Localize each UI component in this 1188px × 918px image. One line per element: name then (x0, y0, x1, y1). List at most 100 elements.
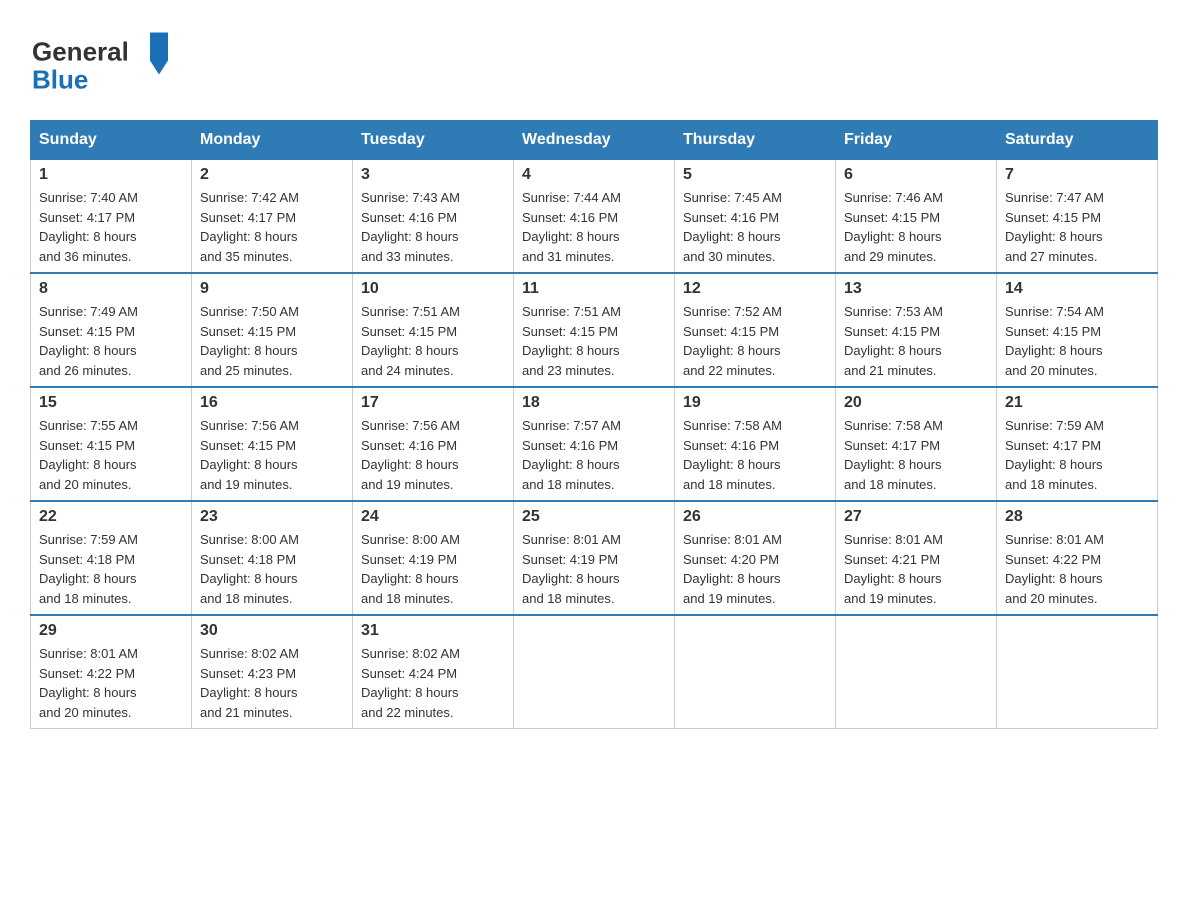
calendar-cell: 18 Sunrise: 7:57 AM Sunset: 4:16 PM Dayl… (514, 387, 675, 501)
day-number: 30 (200, 622, 344, 640)
week-row-2: 8 Sunrise: 7:49 AM Sunset: 4:15 PM Dayli… (31, 273, 1158, 387)
day-number: 6 (844, 166, 988, 184)
day-number: 28 (1005, 508, 1149, 526)
day-info: Sunrise: 7:56 AM Sunset: 4:15 PM Dayligh… (200, 416, 344, 494)
day-number: 15 (39, 394, 183, 412)
calendar-cell: 16 Sunrise: 7:56 AM Sunset: 4:15 PM Dayl… (192, 387, 353, 501)
calendar-cell: 19 Sunrise: 7:58 AM Sunset: 4:16 PM Dayl… (675, 387, 836, 501)
calendar-cell: 11 Sunrise: 7:51 AM Sunset: 4:15 PM Dayl… (514, 273, 675, 387)
calendar-cell: 3 Sunrise: 7:43 AM Sunset: 4:16 PM Dayli… (353, 160, 514, 274)
calendar-cell: 15 Sunrise: 7:55 AM Sunset: 4:15 PM Dayl… (31, 387, 192, 501)
week-row-5: 29 Sunrise: 8:01 AM Sunset: 4:22 PM Dayl… (31, 615, 1158, 729)
day-info: Sunrise: 7:47 AM Sunset: 4:15 PM Dayligh… (1005, 188, 1149, 266)
weekday-header-row: SundayMondayTuesdayWednesdayThursdayFrid… (31, 121, 1158, 160)
day-info: Sunrise: 8:02 AM Sunset: 4:24 PM Dayligh… (361, 644, 505, 722)
day-number: 25 (522, 508, 666, 526)
calendar-cell: 4 Sunrise: 7:44 AM Sunset: 4:16 PM Dayli… (514, 160, 675, 274)
day-info: Sunrise: 8:01 AM Sunset: 4:22 PM Dayligh… (39, 644, 183, 722)
day-info: Sunrise: 7:51 AM Sunset: 4:15 PM Dayligh… (361, 302, 505, 380)
day-info: Sunrise: 7:45 AM Sunset: 4:16 PM Dayligh… (683, 188, 827, 266)
day-info: Sunrise: 7:51 AM Sunset: 4:15 PM Dayligh… (522, 302, 666, 380)
calendar-cell: 17 Sunrise: 7:56 AM Sunset: 4:16 PM Dayl… (353, 387, 514, 501)
day-info: Sunrise: 8:01 AM Sunset: 4:22 PM Dayligh… (1005, 530, 1149, 608)
page-header: General Blue (30, 20, 1158, 100)
calendar-cell: 31 Sunrise: 8:02 AM Sunset: 4:24 PM Dayl… (353, 615, 514, 729)
day-info: Sunrise: 7:57 AM Sunset: 4:16 PM Dayligh… (522, 416, 666, 494)
day-info: Sunrise: 7:58 AM Sunset: 4:17 PM Dayligh… (844, 416, 988, 494)
header-monday: Monday (192, 121, 353, 160)
day-info: Sunrise: 7:50 AM Sunset: 4:15 PM Dayligh… (200, 302, 344, 380)
header-thursday: Thursday (675, 121, 836, 160)
day-info: Sunrise: 7:58 AM Sunset: 4:16 PM Dayligh… (683, 416, 827, 494)
day-number: 12 (683, 280, 827, 298)
day-number: 11 (522, 280, 666, 298)
day-info: Sunrise: 8:01 AM Sunset: 4:20 PM Dayligh… (683, 530, 827, 608)
day-number: 18 (522, 394, 666, 412)
calendar-cell: 1 Sunrise: 7:40 AM Sunset: 4:17 PM Dayli… (31, 160, 192, 274)
day-info: Sunrise: 7:43 AM Sunset: 4:16 PM Dayligh… (361, 188, 505, 266)
calendar-cell: 8 Sunrise: 7:49 AM Sunset: 4:15 PM Dayli… (31, 273, 192, 387)
calendar-cell (997, 615, 1158, 729)
day-number: 13 (844, 280, 988, 298)
day-info: Sunrise: 8:02 AM Sunset: 4:23 PM Dayligh… (200, 644, 344, 722)
week-row-1: 1 Sunrise: 7:40 AM Sunset: 4:17 PM Dayli… (31, 160, 1158, 274)
day-number: 17 (361, 394, 505, 412)
calendar-cell: 22 Sunrise: 7:59 AM Sunset: 4:18 PM Dayl… (31, 501, 192, 615)
day-number: 27 (844, 508, 988, 526)
day-info: Sunrise: 7:44 AM Sunset: 4:16 PM Dayligh… (522, 188, 666, 266)
calendar-cell: 26 Sunrise: 8:01 AM Sunset: 4:20 PM Dayl… (675, 501, 836, 615)
day-number: 2 (200, 166, 344, 184)
calendar-cell: 25 Sunrise: 8:01 AM Sunset: 4:19 PM Dayl… (514, 501, 675, 615)
calendar-cell: 23 Sunrise: 8:00 AM Sunset: 4:18 PM Dayl… (192, 501, 353, 615)
day-info: Sunrise: 7:59 AM Sunset: 4:17 PM Dayligh… (1005, 416, 1149, 494)
day-info: Sunrise: 8:01 AM Sunset: 4:21 PM Dayligh… (844, 530, 988, 608)
day-number: 5 (683, 166, 827, 184)
day-number: 23 (200, 508, 344, 526)
day-info: Sunrise: 7:40 AM Sunset: 4:17 PM Dayligh… (39, 188, 183, 266)
calendar-cell: 20 Sunrise: 7:58 AM Sunset: 4:17 PM Dayl… (836, 387, 997, 501)
day-number: 14 (1005, 280, 1149, 298)
calendar-cell (836, 615, 997, 729)
day-info: Sunrise: 7:52 AM Sunset: 4:15 PM Dayligh… (683, 302, 827, 380)
day-info: Sunrise: 7:56 AM Sunset: 4:16 PM Dayligh… (361, 416, 505, 494)
day-number: 21 (1005, 394, 1149, 412)
logo-svg: General Blue (30, 20, 170, 100)
calendar-cell (514, 615, 675, 729)
day-number: 9 (200, 280, 344, 298)
day-number: 29 (39, 622, 183, 640)
day-info: Sunrise: 7:49 AM Sunset: 4:15 PM Dayligh… (39, 302, 183, 380)
day-info: Sunrise: 7:54 AM Sunset: 4:15 PM Dayligh… (1005, 302, 1149, 380)
day-info: Sunrise: 7:55 AM Sunset: 4:15 PM Dayligh… (39, 416, 183, 494)
day-number: 10 (361, 280, 505, 298)
day-info: Sunrise: 7:53 AM Sunset: 4:15 PM Dayligh… (844, 302, 988, 380)
day-number: 1 (39, 166, 183, 184)
day-info: Sunrise: 7:59 AM Sunset: 4:18 PM Dayligh… (39, 530, 183, 608)
day-number: 26 (683, 508, 827, 526)
calendar-cell (675, 615, 836, 729)
calendar-cell: 10 Sunrise: 7:51 AM Sunset: 4:15 PM Dayl… (353, 273, 514, 387)
day-info: Sunrise: 8:00 AM Sunset: 4:18 PM Dayligh… (200, 530, 344, 608)
header-sunday: Sunday (31, 121, 192, 160)
day-number: 7 (1005, 166, 1149, 184)
calendar-table: SundayMondayTuesdayWednesdayThursdayFrid… (30, 120, 1158, 729)
day-info: Sunrise: 8:01 AM Sunset: 4:19 PM Dayligh… (522, 530, 666, 608)
week-row-3: 15 Sunrise: 7:55 AM Sunset: 4:15 PM Dayl… (31, 387, 1158, 501)
day-number: 3 (361, 166, 505, 184)
calendar-cell: 12 Sunrise: 7:52 AM Sunset: 4:15 PM Dayl… (675, 273, 836, 387)
day-number: 20 (844, 394, 988, 412)
day-info: Sunrise: 7:42 AM Sunset: 4:17 PM Dayligh… (200, 188, 344, 266)
calendar-cell: 14 Sunrise: 7:54 AM Sunset: 4:15 PM Dayl… (997, 273, 1158, 387)
calendar-cell: 21 Sunrise: 7:59 AM Sunset: 4:17 PM Dayl… (997, 387, 1158, 501)
svg-text:Blue: Blue (32, 65, 88, 95)
calendar-cell: 9 Sunrise: 7:50 AM Sunset: 4:15 PM Dayli… (192, 273, 353, 387)
calendar-cell: 2 Sunrise: 7:42 AM Sunset: 4:17 PM Dayli… (192, 160, 353, 274)
week-row-4: 22 Sunrise: 7:59 AM Sunset: 4:18 PM Dayl… (31, 501, 1158, 615)
header-friday: Friday (836, 121, 997, 160)
day-number: 22 (39, 508, 183, 526)
header-tuesday: Tuesday (353, 121, 514, 160)
day-number: 8 (39, 280, 183, 298)
day-number: 24 (361, 508, 505, 526)
calendar-cell: 24 Sunrise: 8:00 AM Sunset: 4:19 PM Dayl… (353, 501, 514, 615)
svg-text:General: General (32, 37, 129, 67)
day-number: 4 (522, 166, 666, 184)
